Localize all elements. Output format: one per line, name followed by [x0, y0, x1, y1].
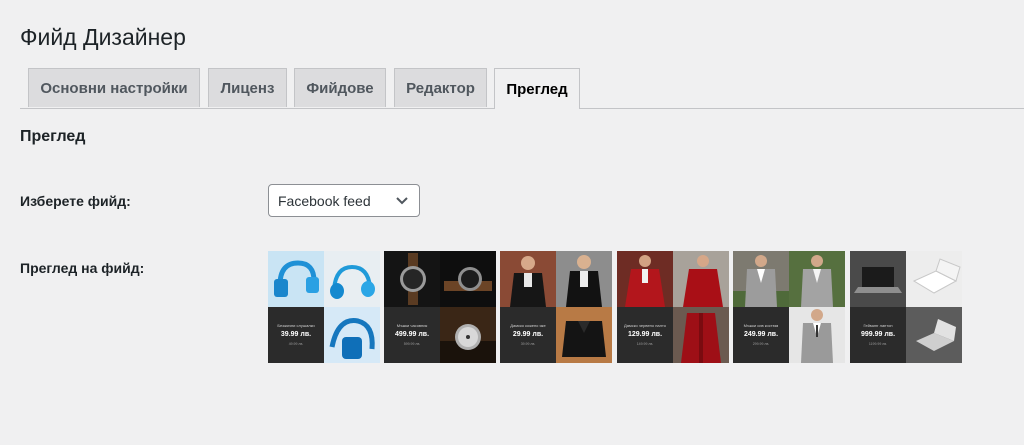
product-image [617, 251, 673, 307]
product-tile: Гейминг лаптоп 999.99 лв. 1199.99 лв. [850, 251, 962, 363]
tab-label: Фийдове [306, 79, 374, 97]
product-image [906, 307, 962, 363]
tab-main-settings[interactable]: Основни настройки [28, 68, 200, 107]
feed-select-value: Facebook feed [278, 192, 371, 209]
tab-label: Редактор [406, 79, 475, 97]
product-image [789, 307, 845, 363]
tab-license[interactable]: Лиценз [208, 68, 287, 107]
product-image [673, 251, 729, 307]
product-price: 999.99 лв. [860, 331, 896, 338]
product-price: 499.99 лв. [394, 331, 430, 338]
feed-preview-label: Преглед на фийд: [20, 260, 145, 276]
product-price: 39.99 лв. [280, 331, 312, 338]
tab-feeds[interactable]: Фийдове [294, 68, 386, 107]
chevron-down-icon [395, 193, 409, 207]
product-image [268, 251, 324, 307]
feed-preview-grid: Безжични слушалки 39.99 лв. 49.99 лв. Мъ… [268, 251, 962, 363]
product-tile: Дамско червено палто 129.99 лв. 149.99 л… [617, 251, 729, 363]
product-image [500, 251, 556, 307]
product-image [324, 251, 380, 307]
tab-label: Основни настройки [40, 79, 188, 97]
tab-label: Преглед [506, 80, 568, 98]
section-title: Преглед [20, 128, 86, 145]
tab-editor[interactable]: Редактор [394, 68, 487, 107]
price-box: Безжични слушалки 39.99 лв. 49.99 лв. [268, 307, 324, 363]
page-title: Фийд Дизайнер [20, 24, 186, 50]
product-old-price: 39.99 лв. [520, 342, 536, 346]
product-old-price: 149.99 лв. [636, 342, 654, 346]
product-price: 249.99 лв. [743, 331, 779, 338]
product-image [789, 251, 845, 307]
product-old-price: 1199.99 лв. [868, 342, 888, 346]
product-image [850, 251, 906, 307]
product-image [440, 251, 496, 307]
product-image [324, 307, 380, 363]
product-image [906, 251, 962, 307]
product-image [673, 307, 729, 363]
product-price: 129.99 лв. [627, 331, 663, 338]
feed-select-label: Изберете фийд: [20, 193, 131, 209]
product-image [556, 251, 612, 307]
price-box: Гейминг лаптоп 999.99 лв. 1199.99 лв. [850, 307, 906, 363]
product-image [384, 251, 440, 307]
price-box: Дамско кожено яке 29.99 лв. 39.99 лв. [500, 307, 556, 363]
product-image [733, 251, 789, 307]
product-tile: Мъжки часовник 499.99 лв. 599.99 лв. [384, 251, 496, 363]
tab-bar: Основни настройки Лиценз Фийдове Редакто… [20, 68, 1024, 109]
product-price: 29.99 лв. [512, 331, 544, 338]
feed-select[interactable]: Facebook feed [268, 184, 420, 217]
product-image [440, 307, 496, 363]
product-old-price: 599.99 лв. [403, 342, 421, 346]
tab-label: Лиценз [220, 79, 275, 97]
product-old-price: 299.99 лв. [752, 342, 770, 346]
price-box: Мъжки часовник 499.99 лв. 599.99 лв. [384, 307, 440, 363]
product-tile: Мъжки сив костюм 249.99 лв. 299.99 лв. [733, 251, 845, 363]
price-box: Дамско червено палто 129.99 лв. 149.99 л… [617, 307, 673, 363]
product-tile: Безжични слушалки 39.99 лв. 49.99 лв. [268, 251, 380, 363]
tab-preview[interactable]: Преглед [494, 68, 580, 109]
product-old-price: 49.99 лв. [288, 342, 304, 346]
product-tile: Дамско кожено яке 29.99 лв. 39.99 лв. [500, 251, 612, 363]
price-box: Мъжки сив костюм 249.99 лв. 299.99 лв. [733, 307, 789, 363]
product-image [556, 307, 612, 363]
